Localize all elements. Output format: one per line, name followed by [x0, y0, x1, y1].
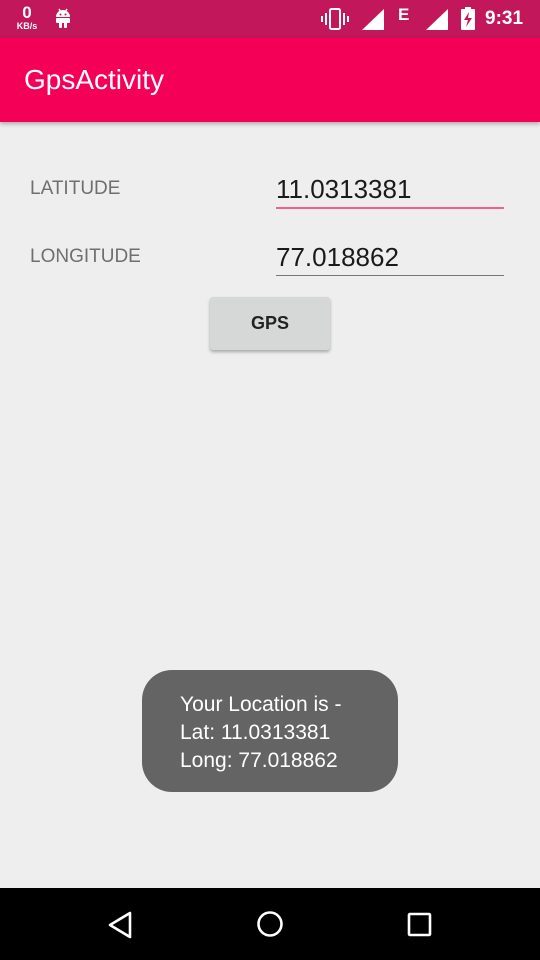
back-icon[interactable]	[107, 911, 133, 944]
navigation-bar	[0, 888, 540, 960]
status-bar: 0 KB/s E 9:31	[0, 0, 540, 38]
data-rate-value: 0	[22, 3, 32, 22]
toast-line: Long: 77.018862	[180, 749, 338, 772]
gps-button[interactable]: GPS	[210, 297, 330, 350]
latitude-label: LATITUDE	[30, 178, 121, 199]
toast-line: Lat: 11.0313381	[180, 721, 331, 744]
battery-icon	[460, 7, 476, 36]
signal-icon	[362, 9, 384, 35]
latitude-input[interactable]	[276, 171, 504, 209]
app-bar: GpsActivity	[0, 38, 540, 122]
vibrate-icon	[321, 8, 349, 35]
data-rate-unit: KB/s	[16, 21, 38, 31]
recents-icon[interactable]	[407, 912, 433, 943]
android-icon	[54, 7, 72, 34]
longitude-label: LONGITUDE	[30, 246, 141, 267]
network-type-indicator: E	[398, 5, 410, 24]
toast-line: Your Location is -	[180, 693, 342, 716]
home-icon[interactable]	[256, 910, 284, 943]
app-title: GpsActivity	[24, 64, 165, 95]
data-rate-indicator: 0 KB/s	[12, 4, 42, 31]
location-toast: Your Location is - Lat: 11.0313381 Long:…	[142, 670, 398, 792]
longitude-input[interactable]	[276, 239, 504, 276]
signal-icon	[426, 9, 448, 35]
status-clock: 9:31	[485, 8, 524, 29]
